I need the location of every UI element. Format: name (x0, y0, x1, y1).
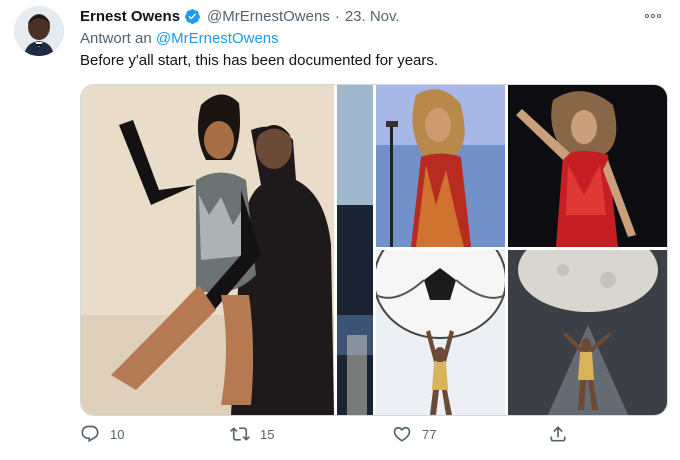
media-photo-1[interactable] (81, 85, 334, 415)
retweet-count: 15 (260, 426, 275, 442)
avatar-image (14, 6, 64, 56)
reply-to-handle-link[interactable]: @MrErnestOwens (156, 30, 279, 47)
like-count: 77 (422, 426, 437, 442)
verified-badge-icon (185, 8, 200, 24)
reply-button[interactable]: 10 (80, 424, 124, 444)
reply-context: Antwort an @MrErnestOwens (80, 30, 279, 47)
reply-icon (81, 425, 99, 443)
media-photo-3[interactable] (376, 85, 505, 247)
tweet-media-grid (80, 84, 668, 416)
media-photo-6[interactable] (508, 250, 667, 415)
media-photo-2[interactable] (337, 85, 373, 415)
tweet-header: Ernest Owens @MrErnestOwens · 23. Nov. (80, 6, 400, 26)
avatar[interactable] (14, 6, 64, 56)
share-icon (550, 426, 566, 442)
media-photo-5[interactable] (376, 250, 505, 415)
retweet-icon (230, 427, 250, 441)
reply-prefix: Antwort an (80, 30, 152, 47)
like-icon (393, 426, 411, 442)
like-button[interactable]: 77 (392, 424, 436, 444)
share-button[interactable] (548, 424, 568, 444)
author-handle[interactable]: @MrErnestOwens (207, 8, 330, 25)
tweet-text: Before y'all start, this has been docume… (80, 52, 439, 69)
media-photo-4[interactable] (508, 85, 667, 247)
header-separator: · (334, 7, 340, 25)
retweet-button[interactable]: 15 (230, 424, 274, 444)
more-options-icon[interactable] (640, 8, 666, 24)
tweet-date[interactable]: 23. Nov. (345, 8, 400, 25)
author-name[interactable]: Ernest Owens (80, 8, 180, 25)
tweet-action-bar: 10 15 77 (80, 424, 580, 448)
reply-count: 10 (110, 426, 125, 442)
